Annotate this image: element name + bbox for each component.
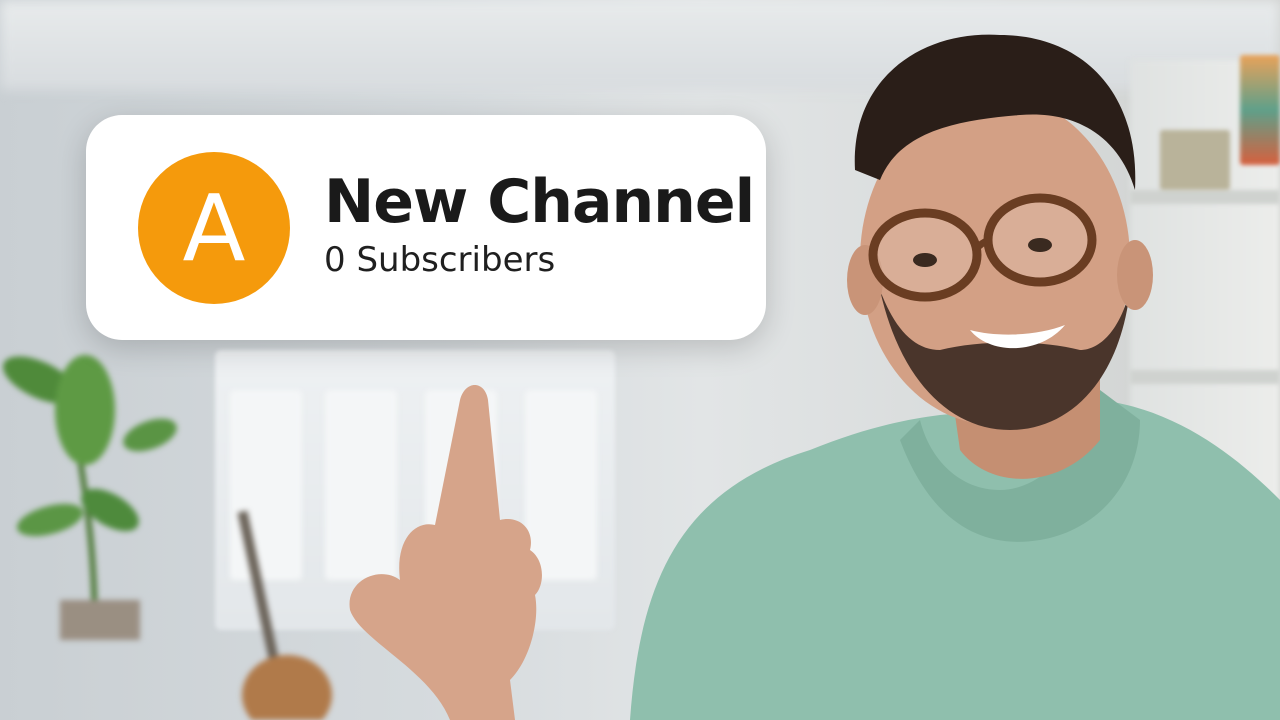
channel-avatar: A — [138, 152, 290, 304]
avatar-letter: A — [182, 174, 246, 282]
channel-card: A New Channel 0 Subscribers — [86, 115, 766, 340]
channel-name: New Channel — [324, 167, 755, 237]
thumbnail-scene: A New Channel 0 Subscribers — [0, 0, 1280, 720]
subscriber-count: 0 Subscribers — [324, 240, 556, 280]
houseplant-image — [2, 355, 177, 640]
guitar-image — [237, 510, 332, 720]
